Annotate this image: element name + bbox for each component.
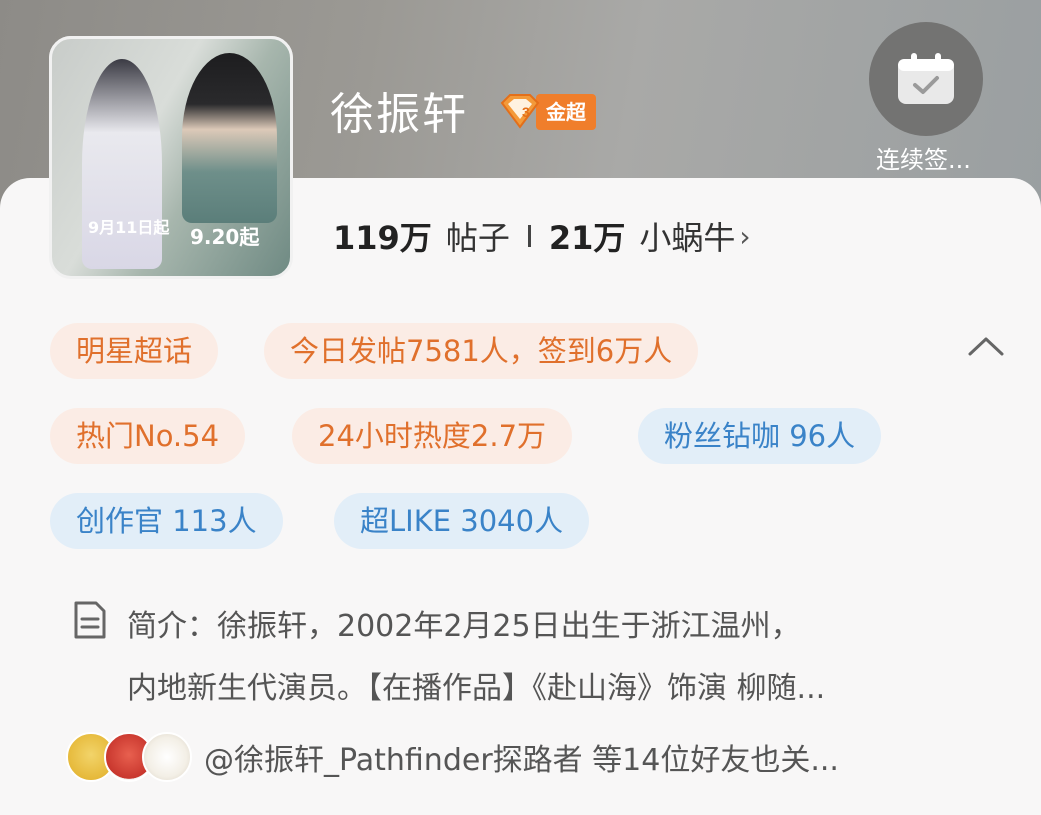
checkin-button[interactable] xyxy=(869,22,983,136)
topic-stats[interactable]: 119万 帖子 21万 小蜗牛 › xyxy=(333,213,751,259)
posts-count: 119万 xyxy=(333,219,432,257)
cover-date-right: 9.20起 xyxy=(190,225,260,249)
document-icon xyxy=(74,601,106,639)
friends-following[interactable]: @徐振轩_Pathfinder探路者 等14位好友也关... xyxy=(66,732,839,782)
topic-title: 徐振轩 xyxy=(330,89,468,140)
svg-text:3: 3 xyxy=(522,104,530,120)
chip-fan-diamond[interactable]: 粉丝钻咖 96人 xyxy=(638,408,882,464)
checkin-label: 连续签... xyxy=(876,146,971,174)
intro-line-2: 内地新生代演员。【在播作品】《赴山海》饰演 柳随... xyxy=(127,671,826,706)
cover-date-left: 9月11日起 xyxy=(88,218,170,237)
posts-label: 帖子 xyxy=(445,219,510,257)
chevron-right-icon: › xyxy=(739,219,751,253)
friends-following-text: @徐振轩_Pathfinder探路者 等14位好友也关... xyxy=(204,743,839,778)
chip-hot-rank[interactable]: 热门No.54 xyxy=(50,408,246,464)
chip-super-like[interactable]: 超LIKE 3040人 xyxy=(334,493,590,549)
topic-intro[interactable]: 简介：徐振轩，2002年2月25日出生于浙江温州， 内地新生代演员。【在播作品】… xyxy=(127,596,927,720)
intro-line-1: 简介：徐振轩，2002年2月25日出生于浙江温州， xyxy=(127,609,801,644)
badge-label: 金超 xyxy=(536,94,596,130)
cover-figure-right xyxy=(182,53,277,223)
chip-category[interactable]: 明星超话 xyxy=(50,323,219,379)
fans-label: 小蜗牛 xyxy=(639,219,736,257)
chip-24h-heat[interactable]: 24小时热度2.7万 xyxy=(292,408,573,464)
stats-divider xyxy=(527,225,531,247)
chip-creator[interactable]: 创作官 113人 xyxy=(50,493,283,549)
topic-cover-overlay: 9月11日起 9.20起 xyxy=(49,36,293,279)
chip-daily-activity[interactable]: 今日发帖7581人，签到6万人 xyxy=(264,323,699,379)
diamond-level-icon: 3 xyxy=(498,93,542,131)
level-badge[interactable]: 3 金超 xyxy=(498,92,596,132)
fans-count: 21万 xyxy=(548,219,626,257)
avatar xyxy=(142,732,192,782)
calendar-check-icon xyxy=(898,53,954,104)
chevron-up-icon[interactable] xyxy=(966,334,1006,358)
